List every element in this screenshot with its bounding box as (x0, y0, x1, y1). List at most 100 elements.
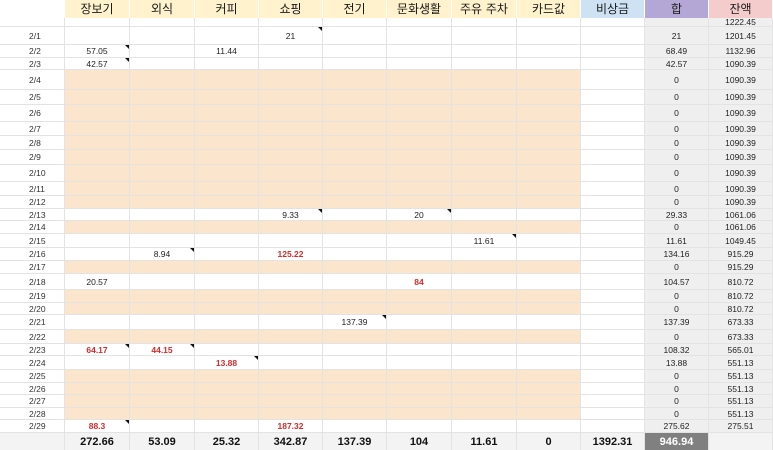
sum-cell[interactable]: 0 (645, 182, 709, 196)
value-cell[interactable] (581, 45, 645, 58)
value-cell[interactable] (65, 356, 130, 370)
balance-cell[interactable]: 1090.39 (709, 70, 773, 90)
value-cell[interactable] (387, 165, 452, 182)
value-cell[interactable] (452, 105, 517, 122)
value-cell[interactable] (259, 196, 323, 209)
value-cell[interactable] (323, 221, 387, 234)
balance-cell[interactable]: 1090.39 (709, 182, 773, 196)
value-cell[interactable] (517, 196, 581, 209)
value-cell[interactable] (452, 58, 517, 70)
date-cell[interactable]: 2/18 (0, 274, 65, 290)
date-cell[interactable]: 2/26 (0, 383, 65, 395)
total-cell[interactable]: 1392.31 (581, 433, 645, 450)
value-cell[interactable] (452, 165, 517, 182)
value-cell[interactable] (517, 105, 581, 122)
value-cell[interactable] (65, 290, 130, 303)
value-cell[interactable] (130, 221, 195, 234)
value-cell[interactable]: 11.61 (452, 234, 517, 248)
value-cell[interactable]: 84 (387, 274, 452, 290)
value-cell[interactable] (195, 290, 259, 303)
value-cell[interactable] (387, 45, 452, 58)
value-cell[interactable] (581, 330, 645, 344)
value-cell[interactable] (387, 136, 452, 150)
value-cell[interactable] (452, 18, 517, 27)
value-cell[interactable] (195, 209, 259, 221)
value-cell[interactable] (517, 356, 581, 370)
sum-cell[interactable]: 21 (645, 27, 709, 45)
value-cell[interactable] (581, 18, 645, 27)
value-cell[interactable] (517, 90, 581, 105)
value-cell[interactable] (323, 196, 387, 209)
total-cell[interactable]: 272.66 (65, 433, 130, 450)
value-cell[interactable] (195, 234, 259, 248)
value-cell[interactable] (65, 234, 130, 248)
value-cell[interactable] (130, 356, 195, 370)
value-cell[interactable] (65, 221, 130, 234)
value-cell[interactable] (259, 165, 323, 182)
value-cell[interactable] (259, 105, 323, 122)
value-cell[interactable] (387, 196, 452, 209)
value-cell[interactable] (130, 150, 195, 165)
value-cell[interactable] (259, 58, 323, 70)
value-cell[interactable] (581, 122, 645, 136)
value-cell[interactable] (259, 221, 323, 234)
column-header[interactable]: 커피 (195, 0, 259, 18)
value-cell[interactable] (517, 248, 581, 261)
value-cell[interactable] (452, 420, 517, 433)
value-cell[interactable] (581, 303, 645, 315)
value-cell[interactable] (65, 395, 130, 408)
value-cell[interactable] (452, 274, 517, 290)
value-cell[interactable] (387, 182, 452, 196)
value-cell[interactable] (130, 408, 195, 420)
value-cell[interactable] (65, 408, 130, 420)
value-cell[interactable] (65, 182, 130, 196)
column-header[interactable]: 쇼핑 (259, 0, 323, 18)
balance-cell[interactable]: 1132.96 (709, 45, 773, 58)
date-cell[interactable]: 2/21 (0, 315, 65, 330)
value-cell[interactable] (130, 45, 195, 58)
value-cell[interactable] (259, 261, 323, 274)
value-cell[interactable] (581, 105, 645, 122)
sum-cell[interactable]: 68.49 (645, 45, 709, 58)
value-cell[interactable] (195, 165, 259, 182)
date-cell[interactable]: 2/12 (0, 196, 65, 209)
value-cell[interactable]: 21 (259, 27, 323, 45)
value-cell[interactable] (259, 330, 323, 344)
date-cell[interactable]: 2/5 (0, 90, 65, 105)
value-cell[interactable] (130, 209, 195, 221)
sum-cell[interactable]: 134.16 (645, 248, 709, 261)
value-cell[interactable] (452, 221, 517, 234)
sum-cell[interactable]: 108.32 (645, 344, 709, 356)
value-cell[interactable] (387, 58, 452, 70)
column-header[interactable]: 잔액 (709, 0, 773, 18)
sum-cell[interactable]: 0 (645, 165, 709, 182)
balance-cell[interactable]: 1049.45 (709, 234, 773, 248)
value-cell[interactable] (517, 221, 581, 234)
value-cell[interactable] (387, 356, 452, 370)
value-cell[interactable] (130, 420, 195, 433)
value-cell[interactable] (581, 27, 645, 45)
value-cell[interactable] (581, 344, 645, 356)
value-cell[interactable] (517, 18, 581, 27)
value-cell[interactable] (387, 303, 452, 315)
date-cell[interactable]: 2/1 (0, 27, 65, 45)
date-cell[interactable] (0, 18, 65, 27)
value-cell[interactable] (130, 136, 195, 150)
value-cell[interactable] (65, 330, 130, 344)
value-cell[interactable] (452, 261, 517, 274)
value-cell[interactable] (452, 315, 517, 330)
value-cell[interactable] (259, 90, 323, 105)
value-cell[interactable] (323, 303, 387, 315)
value-cell[interactable] (323, 90, 387, 105)
date-cell[interactable]: 2/20 (0, 303, 65, 315)
value-cell[interactable] (517, 344, 581, 356)
value-cell[interactable]: 187.32 (259, 420, 323, 433)
balance-cell[interactable]: 551.13 (709, 408, 773, 420)
value-cell[interactable] (323, 408, 387, 420)
value-cell[interactable]: 125.22 (259, 248, 323, 261)
value-cell[interactable] (259, 303, 323, 315)
sum-cell[interactable]: 0 (645, 196, 709, 209)
value-cell[interactable] (323, 45, 387, 58)
value-cell[interactable] (195, 182, 259, 196)
value-cell[interactable] (517, 45, 581, 58)
